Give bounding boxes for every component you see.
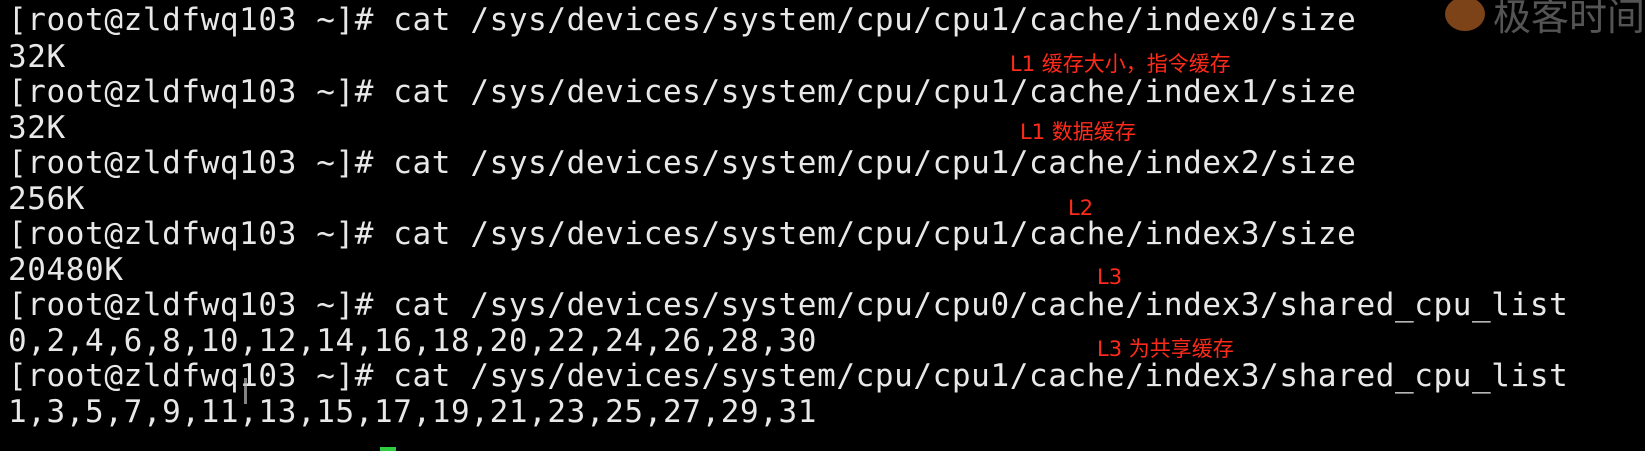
annotation-l3-shared-cache: L3 为共享缓存 xyxy=(1097,337,1234,361)
watermark: 极客时间 xyxy=(1444,0,1645,41)
command-line: [root@zldfwq103 ~]# cat /sys/devices/sys… xyxy=(8,145,1357,181)
annotation-l1-data-cache: L1 数据缓存 xyxy=(1020,120,1136,144)
output-line: 1,3,5,7,9,11,13,15,17,19,21,23,25,27,29,… xyxy=(8,394,818,430)
terminal-window[interactable]: [root@zldfwq103 ~]# cat /sys/devices/sys… xyxy=(0,0,1645,451)
command-line: [root@zldfwq103 ~]# cat /sys/devices/sys… xyxy=(8,287,1569,323)
annotation-l2-cache: L2 xyxy=(1068,196,1094,220)
mouse-cursor-icon xyxy=(244,378,247,404)
output-line: 256K xyxy=(8,181,86,217)
output-line: 20480K xyxy=(8,252,124,288)
output-line: 32K xyxy=(8,110,66,146)
green-marker xyxy=(380,447,396,451)
annotation-l1-instruction-cache: L1 缓存大小，指令缓存 xyxy=(1010,52,1231,76)
command-line: [root@zldfwq103 ~]# cat /sys/devices/sys… xyxy=(8,358,1569,394)
output-line: 0,2,4,6,8,10,12,14,16,18,20,22,24,26,28,… xyxy=(8,323,818,359)
command-line: [root@zldfwq103 ~]# cat /sys/devices/sys… xyxy=(8,2,1357,38)
annotation-l3-cache: L3 xyxy=(1097,265,1123,289)
watermark-text: 极客时间 xyxy=(1492,0,1645,39)
command-line: [root@zldfwq103 ~]# cat /sys/devices/sys… xyxy=(8,216,1357,252)
output-line: 32K xyxy=(8,39,66,75)
command-line: [root@zldfwq103 ~]# cat /sys/devices/sys… xyxy=(8,74,1357,110)
watermark-logo-icon xyxy=(1444,0,1485,31)
